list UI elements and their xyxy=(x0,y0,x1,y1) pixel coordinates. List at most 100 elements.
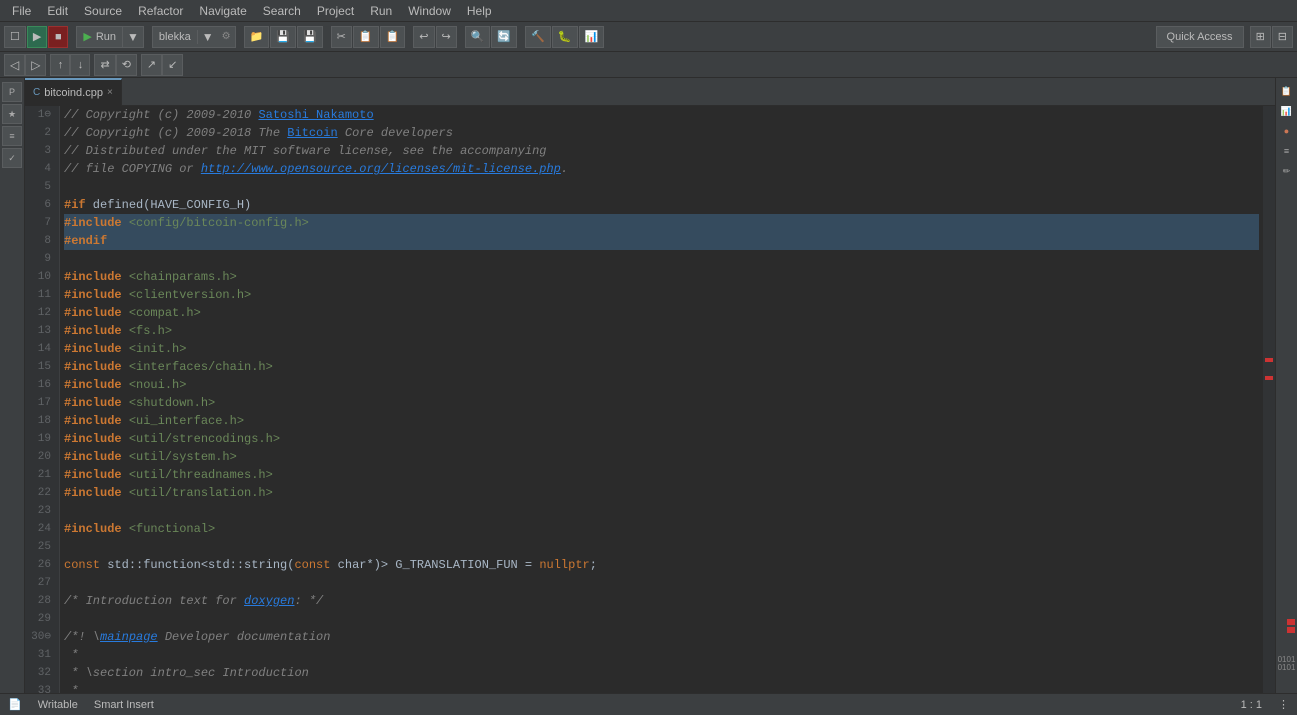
code-line-19[interactable]: #include <util/strencodings.h> xyxy=(64,430,1259,448)
sidebar-tasks-icon[interactable]: ✓ xyxy=(2,148,22,168)
nav-down-button[interactable]: ↓ xyxy=(70,54,90,76)
right-panel-list-icon[interactable]: ≡ xyxy=(1278,142,1296,160)
code-line-31[interactable]: * xyxy=(64,646,1259,664)
code-line-21[interactable]: #include <util/threadnames.h> xyxy=(64,466,1259,484)
binary-icon[interactable]: 01010101 xyxy=(1278,655,1296,673)
code-line-11[interactable]: #include <clientversion.h> xyxy=(64,286,1259,304)
menu-run[interactable]: Run xyxy=(362,2,400,20)
sidebar-outline-icon[interactable]: ≡ xyxy=(2,126,22,146)
settings-icon[interactable]: ⚙ xyxy=(218,31,235,42)
menu-file[interactable]: File xyxy=(4,2,39,20)
code-line-17[interactable]: #include <shutdown.h> xyxy=(64,394,1259,412)
code-line-9[interactable] xyxy=(64,250,1259,268)
code-line-16[interactable]: #include <noui.h> xyxy=(64,376,1259,394)
save-all-button[interactable]: 💾 xyxy=(297,26,323,48)
code-line-28[interactable]: /* Introduction text for doxygen: */ xyxy=(64,592,1259,610)
menu-navigate[interactable]: Navigate xyxy=(191,2,254,20)
build-button[interactable]: 🔨 xyxy=(525,26,551,48)
menu-window[interactable]: Window xyxy=(400,2,459,20)
stop-button[interactable]: ■ xyxy=(48,26,68,48)
code-line-5[interactable] xyxy=(64,178,1259,196)
code-line-12[interactable]: #include <compat.h> xyxy=(64,304,1259,322)
profile-button[interactable]: 📊 xyxy=(579,26,605,48)
code-line-10[interactable]: #include <chainparams.h> xyxy=(64,268,1259,286)
code-line-25[interactable] xyxy=(64,538,1259,556)
code-line-7[interactable]: #include <config/bitcoin-config.h> xyxy=(64,214,1259,232)
new-button[interactable]: ☐ xyxy=(4,26,26,48)
nav-btn-5[interactable]: ↗ xyxy=(141,54,162,76)
menu-help[interactable]: Help xyxy=(459,2,500,20)
paste-button[interactable]: 📋 xyxy=(380,26,406,48)
code-editor[interactable]: 1⊖ 2 3 4 5 6 7 8 9 10 11 12 13 14 15 16 xyxy=(25,106,1275,693)
run-config-arrow[interactable]: ▼ xyxy=(122,27,143,47)
editor-area: C bitcoind.cpp × 1⊖ 2 3 4 5 6 7 8 9 xyxy=(25,78,1275,693)
ln-1: 1⊖ xyxy=(29,106,51,124)
code-line-4[interactable]: // file COPYING or http://www.opensource… xyxy=(64,160,1259,178)
code-line-29[interactable] xyxy=(64,610,1259,628)
toolbar-group-5: 🔨 🐛 📊 xyxy=(525,26,604,48)
code-line-33[interactable]: * xyxy=(64,682,1259,693)
code-line-18[interactable]: #include <ui_interface.h> xyxy=(64,412,1259,430)
ln-6: 6 xyxy=(29,196,51,214)
run-button[interactable]: ▶ xyxy=(27,26,47,48)
project-selector[interactable]: blekka ▼ ⚙ xyxy=(152,26,236,48)
status-writable[interactable]: Writable xyxy=(38,699,78,711)
code-line-2[interactable]: // Copyright (c) 2009-2018 The Bitcoin C… xyxy=(64,124,1259,142)
sidebar-projects-icon[interactable]: P xyxy=(2,82,22,102)
code-line-1[interactable]: // Copyright (c) 2009-2010 Satoshi Nakam… xyxy=(64,106,1259,124)
editor-tab-bitcoind[interactable]: C bitcoind.cpp × xyxy=(25,78,122,106)
code-line-8[interactable]: #endif xyxy=(64,232,1259,250)
ln-2: 2 xyxy=(29,124,51,142)
menu-refactor[interactable]: Refactor xyxy=(130,2,191,20)
nav-up-button[interactable]: ↑ xyxy=(50,54,70,76)
code-line-6[interactable]: #if defined(HAVE_CONFIG_H) xyxy=(64,196,1259,214)
tab-close-button[interactable]: × xyxy=(107,87,113,98)
code-line-22[interactable]: #include <util/translation.h> xyxy=(64,484,1259,502)
nav-forward-button[interactable]: ▷ xyxy=(25,54,46,76)
redo-button[interactable]: ↪ xyxy=(436,26,457,48)
code-line-24[interactable]: #include <functional> xyxy=(64,520,1259,538)
code-line-32[interactable]: * \section intro_sec Introduction xyxy=(64,664,1259,682)
open-button[interactable]: 📁 xyxy=(244,26,270,48)
quick-access-button[interactable]: Quick Access xyxy=(1156,26,1244,48)
right-panel-red-circle-icon[interactable]: ● xyxy=(1278,122,1296,140)
menu-bar: File Edit Source Refactor Navigate Searc… xyxy=(0,0,1297,22)
debug-button[interactable]: 🐛 xyxy=(552,26,578,48)
menu-project[interactable]: Project xyxy=(309,2,362,20)
sidebar-favorites-icon[interactable]: ★ xyxy=(2,104,22,124)
nav-back-button[interactable]: ◁ xyxy=(4,54,25,76)
menu-edit[interactable]: Edit xyxy=(39,2,76,20)
project-selector-arrow[interactable]: ▼ xyxy=(197,30,218,44)
right-panel-pen-icon[interactable]: ✏ xyxy=(1278,162,1296,180)
undo-button[interactable]: ↩ xyxy=(413,26,434,48)
save-button[interactable]: 💾 xyxy=(270,26,296,48)
nav-btn-4[interactable]: ⟲ xyxy=(116,54,137,76)
nav-btn-6[interactable]: ↙ xyxy=(162,54,183,76)
code-line-3[interactable]: // Distributed under the MIT software li… xyxy=(64,142,1259,160)
status-insert-mode[interactable]: Smart Insert xyxy=(94,699,154,711)
ln-7: 7 xyxy=(29,214,51,232)
code-line-27[interactable] xyxy=(64,574,1259,592)
perspective-btn-2[interactable]: ⊟ xyxy=(1272,26,1293,48)
code-line-13[interactable]: #include <fs.h> xyxy=(64,322,1259,340)
run-config-selector[interactable]: ▶ Run ▼ xyxy=(76,26,144,48)
code-line-30[interactable]: /*! \mainpage Developer documentation xyxy=(64,628,1259,646)
tab-bar: C bitcoind.cpp × xyxy=(25,78,1275,106)
right-panel-bookmarks-icon[interactable]: 📋 xyxy=(1278,82,1296,100)
code-line-23[interactable] xyxy=(64,502,1259,520)
code-line-20[interactable]: #include <util/system.h> xyxy=(64,448,1259,466)
nav-btn-3[interactable]: ⇄ xyxy=(94,54,115,76)
perspective-btn-1[interactable]: ⊞ xyxy=(1250,26,1271,48)
code-line-15[interactable]: #include <interfaces/chain.h> xyxy=(64,358,1259,376)
status-position: 1 : 1 xyxy=(1241,699,1262,711)
replace-button[interactable]: 🔄 xyxy=(491,26,517,48)
ln-27: 27 xyxy=(29,574,51,592)
search-button[interactable]: 🔍 xyxy=(465,26,491,48)
menu-source[interactable]: Source xyxy=(76,2,130,20)
right-panel-chart-icon[interactable]: 📊 xyxy=(1278,102,1296,120)
menu-search[interactable]: Search xyxy=(255,2,309,20)
code-line-14[interactable]: #include <init.h> xyxy=(64,340,1259,358)
code-line-26[interactable]: const std::function<std::string(const ch… xyxy=(64,556,1259,574)
copy-button[interactable]: 📋 xyxy=(353,26,379,48)
cut-button[interactable]: ✂ xyxy=(331,26,352,48)
